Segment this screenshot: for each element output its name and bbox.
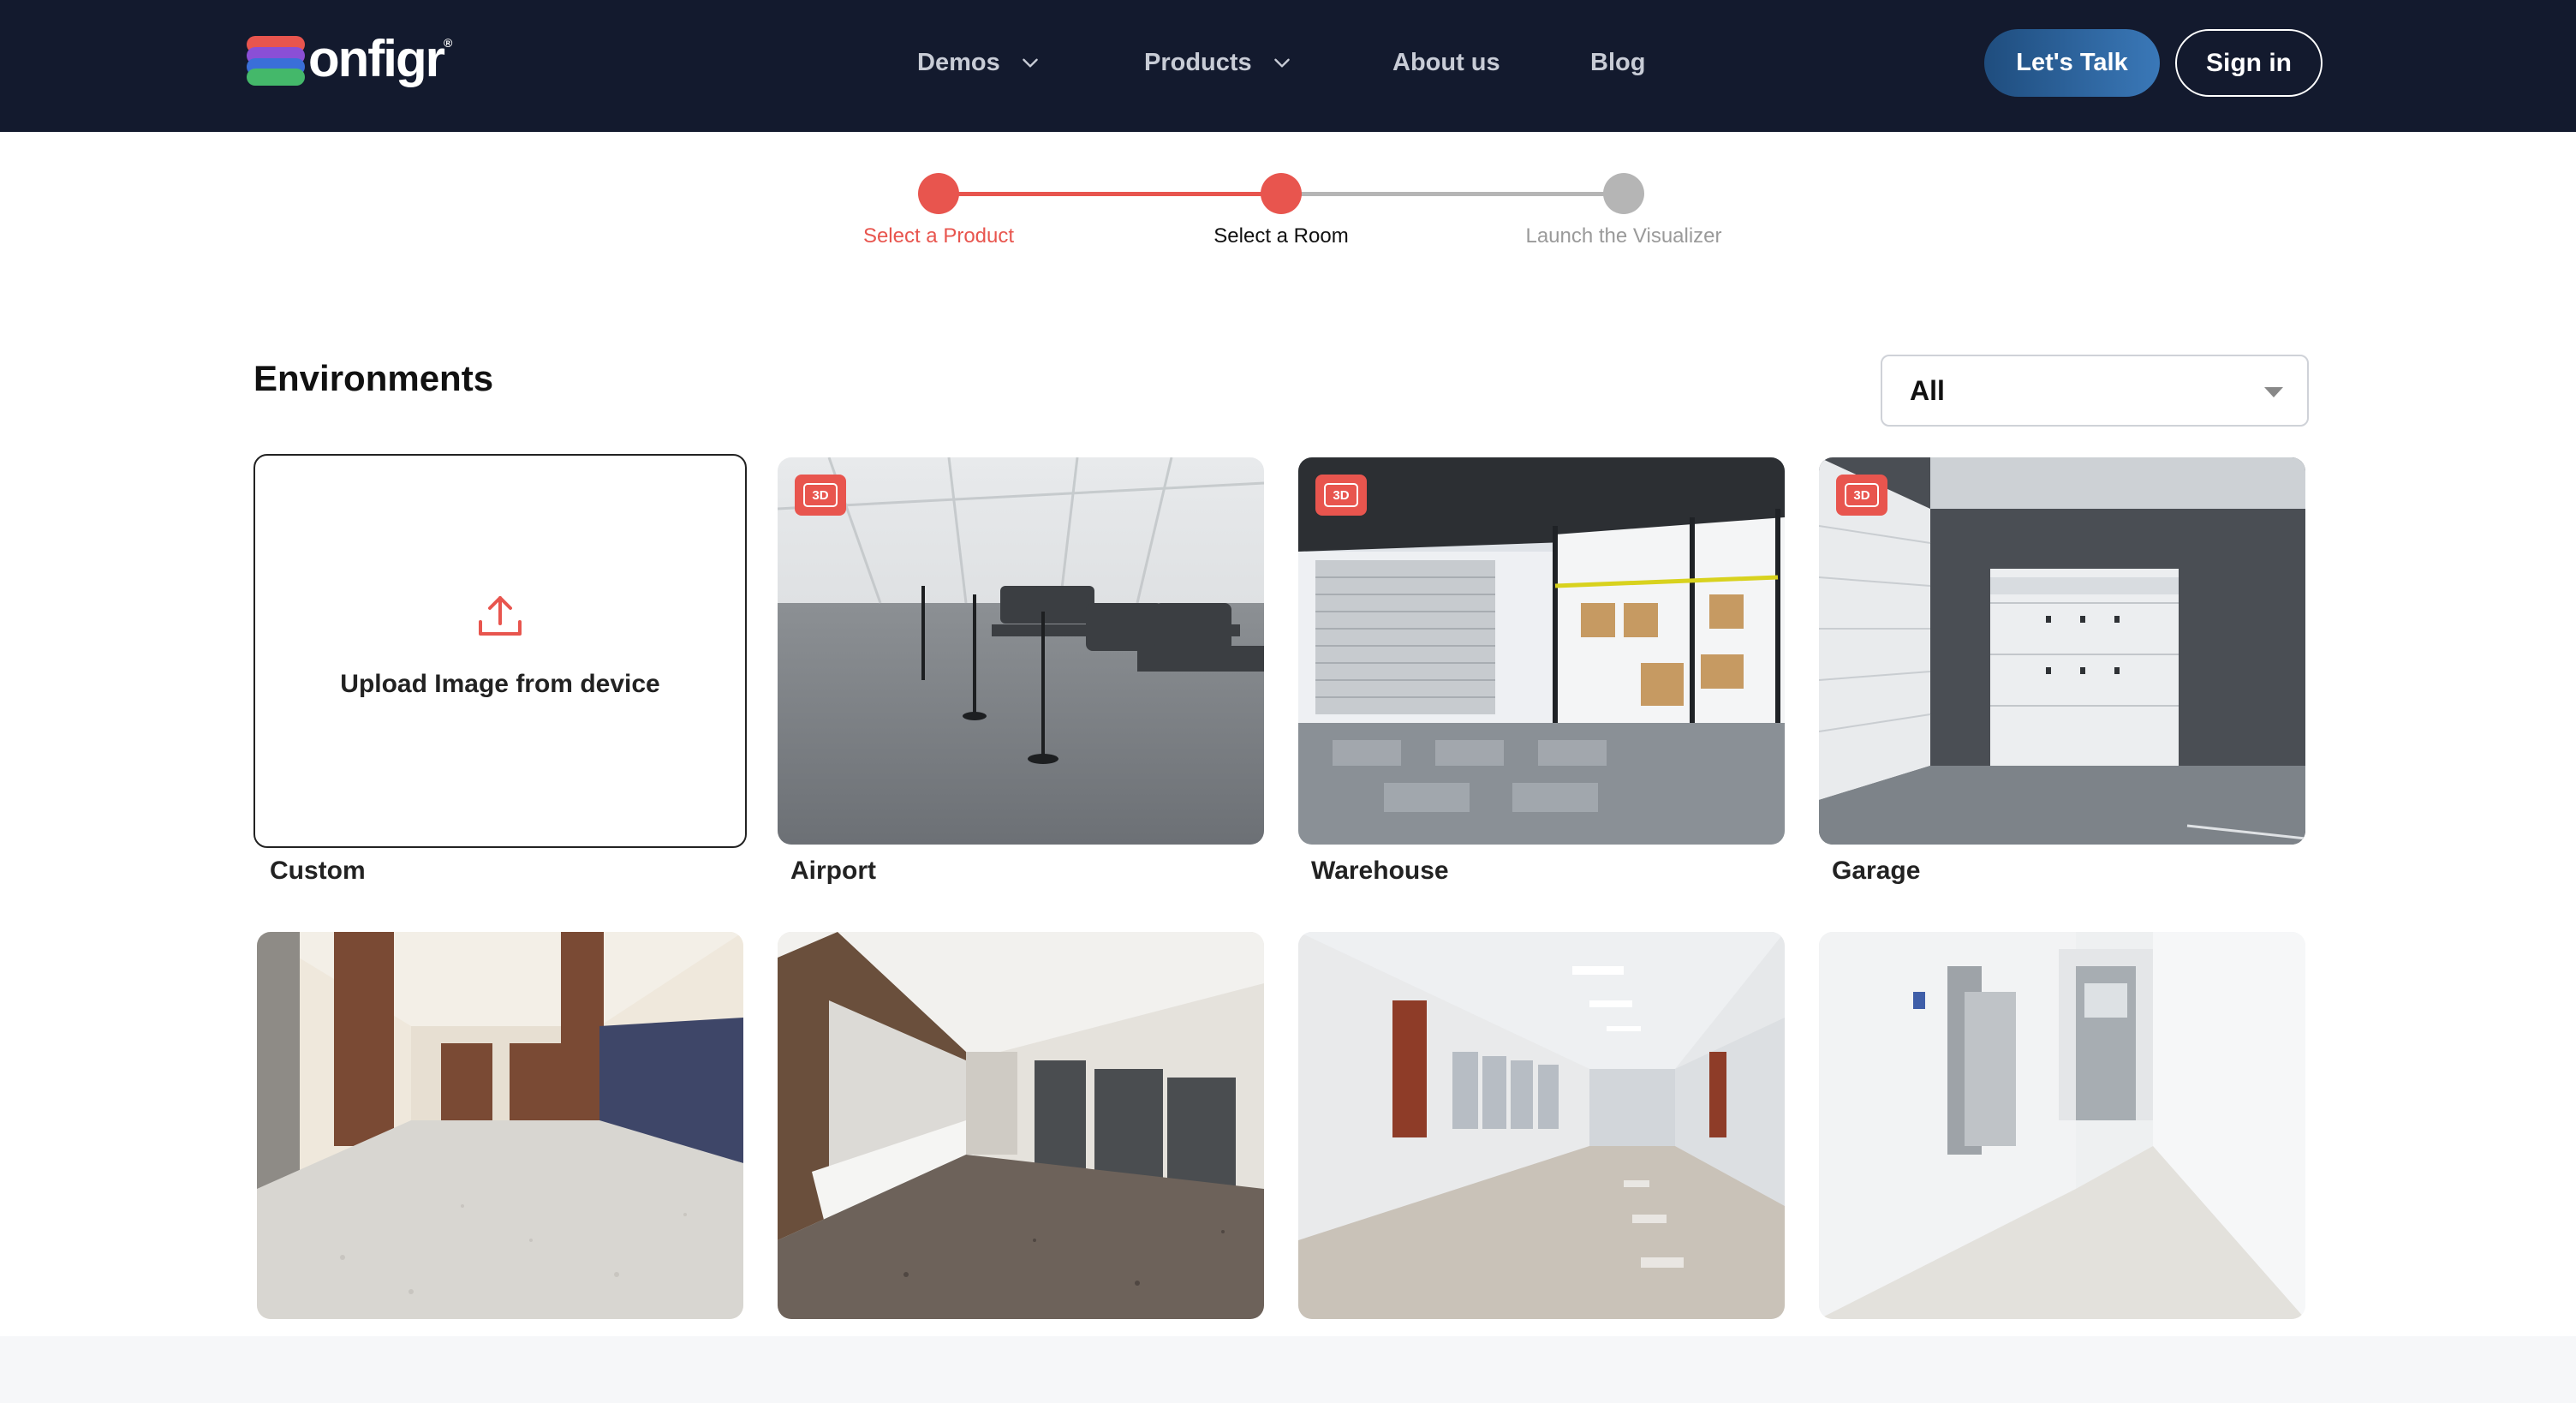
- stepper-line-pending: [1281, 192, 1624, 196]
- card-label-garage: Garage: [1832, 857, 1921, 885]
- clean-room-image: [1819, 932, 2305, 1319]
- nav-label: Products: [1144, 48, 1252, 76]
- environment-card-clean-room[interactable]: [1819, 932, 2305, 1319]
- chevron-down-icon: [1022, 58, 1038, 68]
- top-navbar: onfigr® Demos Products About us Blog Let…: [0, 0, 2576, 132]
- environment-card-hospital-corridor[interactable]: [257, 932, 743, 1319]
- nav-demos[interactable]: Demos: [917, 43, 1041, 82]
- airport-image: [778, 457, 1264, 845]
- footer-strip: [0, 1336, 2576, 1403]
- upload-image-card[interactable]: Upload Image from device: [253, 454, 747, 848]
- 3d-badge-icon: 3D: [795, 475, 846, 516]
- filter-value: All: [1910, 374, 1945, 406]
- step-dot-visualizer[interactable]: [1603, 173, 1644, 214]
- environment-card-warehouse[interactable]: 3D: [1298, 457, 1785, 845]
- card-label-custom: Custom: [270, 857, 366, 885]
- caret-down-icon: [2264, 387, 2283, 397]
- nav-products[interactable]: Products: [1144, 43, 1293, 82]
- nav-label: About us: [1392, 48, 1500, 76]
- restroom-image: [778, 932, 1264, 1319]
- 3d-badge-icon: 3D: [1836, 475, 1887, 516]
- lets-talk-button[interactable]: Let's Talk: [1984, 29, 2160, 97]
- nav-label: Demos: [917, 48, 1000, 76]
- step-label-room[interactable]: Select a Room: [1110, 224, 1452, 248]
- card-label-airport: Airport: [790, 857, 876, 885]
- nav-label: Blog: [1590, 48, 1646, 76]
- upload-icon: [479, 596, 522, 636]
- environment-filter-select[interactable]: All: [1881, 355, 2309, 427]
- 3d-badge-icon: 3D: [1315, 475, 1367, 516]
- garage-image: [1819, 457, 2305, 845]
- logo-stack-icon: [247, 36, 305, 86]
- card-label-warehouse: Warehouse: [1311, 857, 1449, 885]
- upload-label: Upload Image from device: [340, 670, 660, 698]
- environment-card-restroom[interactable]: [778, 932, 1264, 1319]
- nav-about-us[interactable]: About us: [1392, 43, 1500, 82]
- warehouse-image: [1298, 457, 1785, 845]
- brand-name: onfigr®: [308, 30, 453, 87]
- nav-blog[interactable]: Blog: [1590, 43, 1645, 82]
- environment-card-garage[interactable]: 3D: [1819, 457, 2305, 845]
- step-label-visualizer[interactable]: Launch the Visualizer: [1452, 224, 1795, 248]
- section-title: Environments: [253, 358, 494, 398]
- step-label-product[interactable]: Select a Product: [767, 224, 1110, 248]
- environment-card-airport[interactable]: 3D: [778, 457, 1264, 845]
- sign-in-button[interactable]: Sign in: [2175, 29, 2323, 97]
- step-dot-product[interactable]: [918, 173, 959, 214]
- environment-card-school-hallway[interactable]: [1298, 932, 1785, 1319]
- chevron-down-icon: [1273, 58, 1290, 68]
- stepper-line-complete: [939, 192, 1281, 196]
- step-dot-room[interactable]: [1261, 173, 1302, 214]
- school-hallway-image: [1298, 932, 1785, 1319]
- hospital-corridor-image: [257, 932, 743, 1319]
- brand-logo[interactable]: onfigr®: [247, 31, 452, 91]
